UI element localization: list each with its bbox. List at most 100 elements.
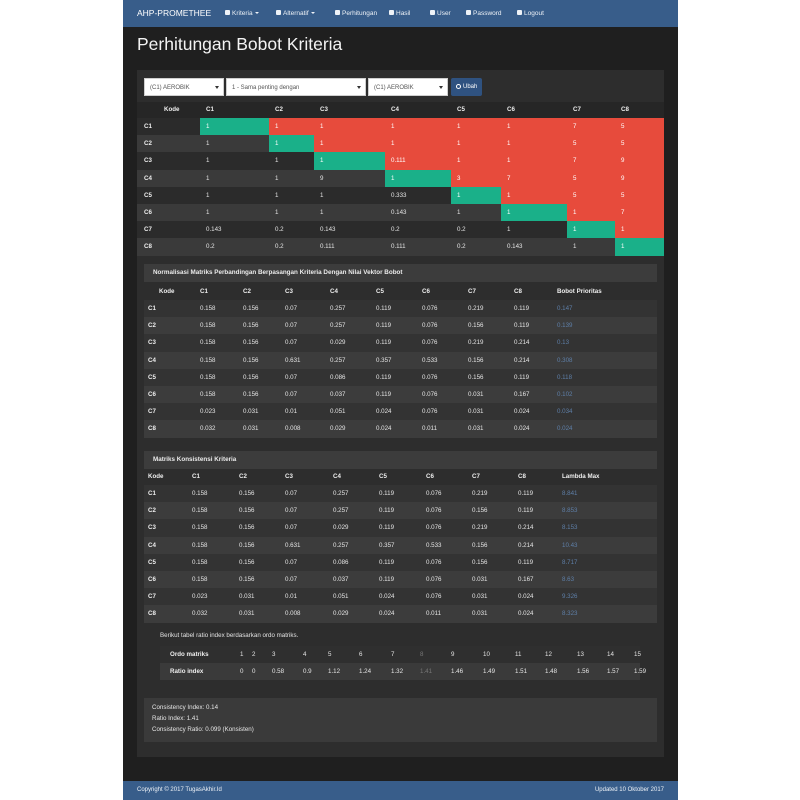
header-cell: C1 — [206, 106, 214, 113]
ratio-cell: 0 — [252, 668, 256, 675]
ratio-row-label: Ordo matriks — [170, 651, 209, 658]
nav-alternatif[interactable]: Alternatif — [276, 0, 315, 27]
table-cell: 0.167 — [514, 391, 530, 398]
matrix-cell: 0.2 — [391, 226, 400, 234]
row-key: C3 — [148, 339, 156, 347]
matrix-cell: 0.143 — [507, 243, 523, 251]
matrix-cell: 5 — [567, 186, 615, 204]
ratio-cell: 6 — [359, 651, 363, 658]
brand-link[interactable]: AHP-PROMETHEE — [137, 0, 211, 27]
result-cell: 8.717 — [562, 558, 578, 566]
consistency-row: C2 0.158 0.156 0.07 0.257 0.119 0.076 0.156 0.11… — [144, 502, 657, 520]
table-cell: 0.119 — [376, 322, 392, 330]
criteria-select-2[interactable]: (C1) AEROBIK — [368, 78, 448, 96]
matrix-cell: 1 — [269, 135, 314, 153]
nav-password[interactable]: Password — [466, 0, 502, 27]
ratio-cell: 1.24 — [359, 668, 372, 675]
row-key: C2 — [144, 140, 152, 148]
ratio-cell: 2 — [252, 651, 256, 658]
matrix-cell: 5 — [615, 135, 664, 153]
normalization-row: C6 0.158 0.156 0.07 0.037 0.119 0.076 0.031 0.16… — [144, 386, 657, 404]
matrix-cell: 1 — [501, 152, 567, 170]
table-cell: 0.031 — [468, 391, 484, 398]
table-cell: 0.086 — [333, 558, 349, 566]
table-cell: 0.158 — [200, 356, 216, 364]
user-icon — [430, 10, 435, 15]
header-cell: Kode — [159, 288, 175, 295]
table-cell: 0.07 — [285, 322, 298, 330]
comparison-row: C7 0.143 0.2 0.143 0.2 0.2 1 1 1 — [137, 221, 664, 239]
row-key: C8 — [144, 243, 152, 251]
matrix-cell: 1 — [451, 186, 501, 204]
matrix-cell: 9 — [615, 152, 664, 170]
matrix-cell: 1 — [314, 135, 385, 153]
ratio-cell: 0.9 — [303, 668, 312, 675]
header-cell: C8 — [514, 288, 522, 295]
nav-hasil[interactable]: Hasil — [389, 0, 410, 27]
header-cell: C3 — [285, 288, 293, 295]
table-cell: 0.01 — [285, 593, 298, 601]
matrix-cell: 5 — [615, 186, 664, 204]
result-cell: 0.147 — [557, 305, 573, 312]
row-key: C1 — [148, 305, 156, 312]
table-cell: 0.158 — [192, 541, 208, 549]
table-cell: 0.076 — [422, 408, 438, 416]
result-cell: 0.308 — [557, 356, 573, 364]
consistency-row: C4 0.158 0.156 0.631 0.257 0.357 0.533 0.156 0.2… — [144, 536, 657, 554]
table-cell: 0.158 — [192, 490, 208, 497]
criteria-select-1[interactable]: (C1) AEROBIK — [144, 78, 224, 96]
matrix-cell: 7 — [567, 152, 615, 170]
ubah-button[interactable]: Ubah — [451, 78, 483, 96]
matrix-cell: 1 — [567, 204, 615, 222]
bar-chart-icon — [389, 10, 394, 15]
importance-select[interactable]: 1 - Sama penting dengan — [226, 78, 366, 96]
header-cell: C4 — [391, 106, 399, 113]
row-key: C7 — [144, 226, 152, 234]
table-cell: 0.219 — [468, 305, 484, 312]
table-cell: 0.257 — [333, 541, 349, 549]
ratio-index-note: Berikut tabel ratio index berdasarkan or… — [160, 632, 299, 639]
nav-perhitungan[interactable]: Perhitungan — [335, 0, 377, 27]
matrix-cell: 1 — [615, 238, 664, 256]
consistency-header-row: Kode C1 C2 C3 C4 C5 C6 C7 C8 Lambda Max — [144, 469, 657, 485]
matrix-cell: 1 — [275, 174, 279, 182]
table-cell: 0.156 — [468, 322, 484, 330]
ratio-row: Ratio index 0 0 0.58 0.9 1.12 1.24 1.32 1.41 1.46… — [160, 663, 646, 680]
matrix-cell: 1 — [206, 140, 210, 148]
header-cell: C8 — [621, 106, 629, 113]
consistency-row: C5 0.158 0.156 0.07 0.086 0.119 0.076 0.156 0.11… — [144, 553, 657, 571]
ratio-cell: 1.12 — [328, 668, 341, 675]
nav-logout[interactable]: Logout — [517, 0, 544, 27]
ratio-cell: 12 — [545, 651, 552, 658]
consistency-row: C6 0.158 0.156 0.07 0.037 0.119 0.076 0.031 0.16… — [144, 571, 657, 589]
matrix-cell: 1 — [451, 135, 501, 153]
ratio-cell: 14 — [607, 651, 614, 658]
table-cell: 0.158 — [200, 339, 216, 347]
consistency-row: C7 0.023 0.031 0.01 0.051 0.024 0.076 0.031 0.02… — [144, 588, 657, 606]
table-cell: 0.119 — [518, 558, 534, 566]
row-key: C6 — [144, 209, 152, 216]
header-cell: Lambda Max — [562, 473, 600, 480]
table-cell: 0.119 — [376, 339, 392, 347]
matrix-cell: 1 — [457, 209, 461, 216]
table-cell: 0.07 — [285, 373, 298, 381]
row-key: C7 — [148, 408, 156, 416]
chevron-down-icon — [215, 86, 219, 89]
table-cell: 0.07 — [285, 391, 298, 398]
row-key: C7 — [148, 593, 156, 601]
table-cell: 0.158 — [200, 322, 216, 330]
matrix-cell: 9 — [320, 174, 324, 182]
row-key: C2 — [148, 322, 156, 330]
result-cell: 0.13 — [557, 339, 570, 347]
header-cell: C3 — [320, 106, 328, 113]
header-cell: C4 — [330, 288, 338, 295]
caret-down-icon — [310, 12, 315, 14]
header-cell: C7 — [472, 473, 480, 480]
nav-user[interactable]: User — [430, 0, 451, 27]
matrix-cell: 5 — [615, 118, 664, 136]
ratio-cell: 1.56 — [577, 668, 590, 675]
nav-kriteria[interactable]: Kriteria — [225, 0, 259, 27]
consistency-ratio-text: Consistency Ratio: 0.099 (Konsisten) — [152, 726, 254, 733]
lock-icon — [466, 10, 471, 15]
table-cell: 0.156 — [243, 373, 259, 381]
